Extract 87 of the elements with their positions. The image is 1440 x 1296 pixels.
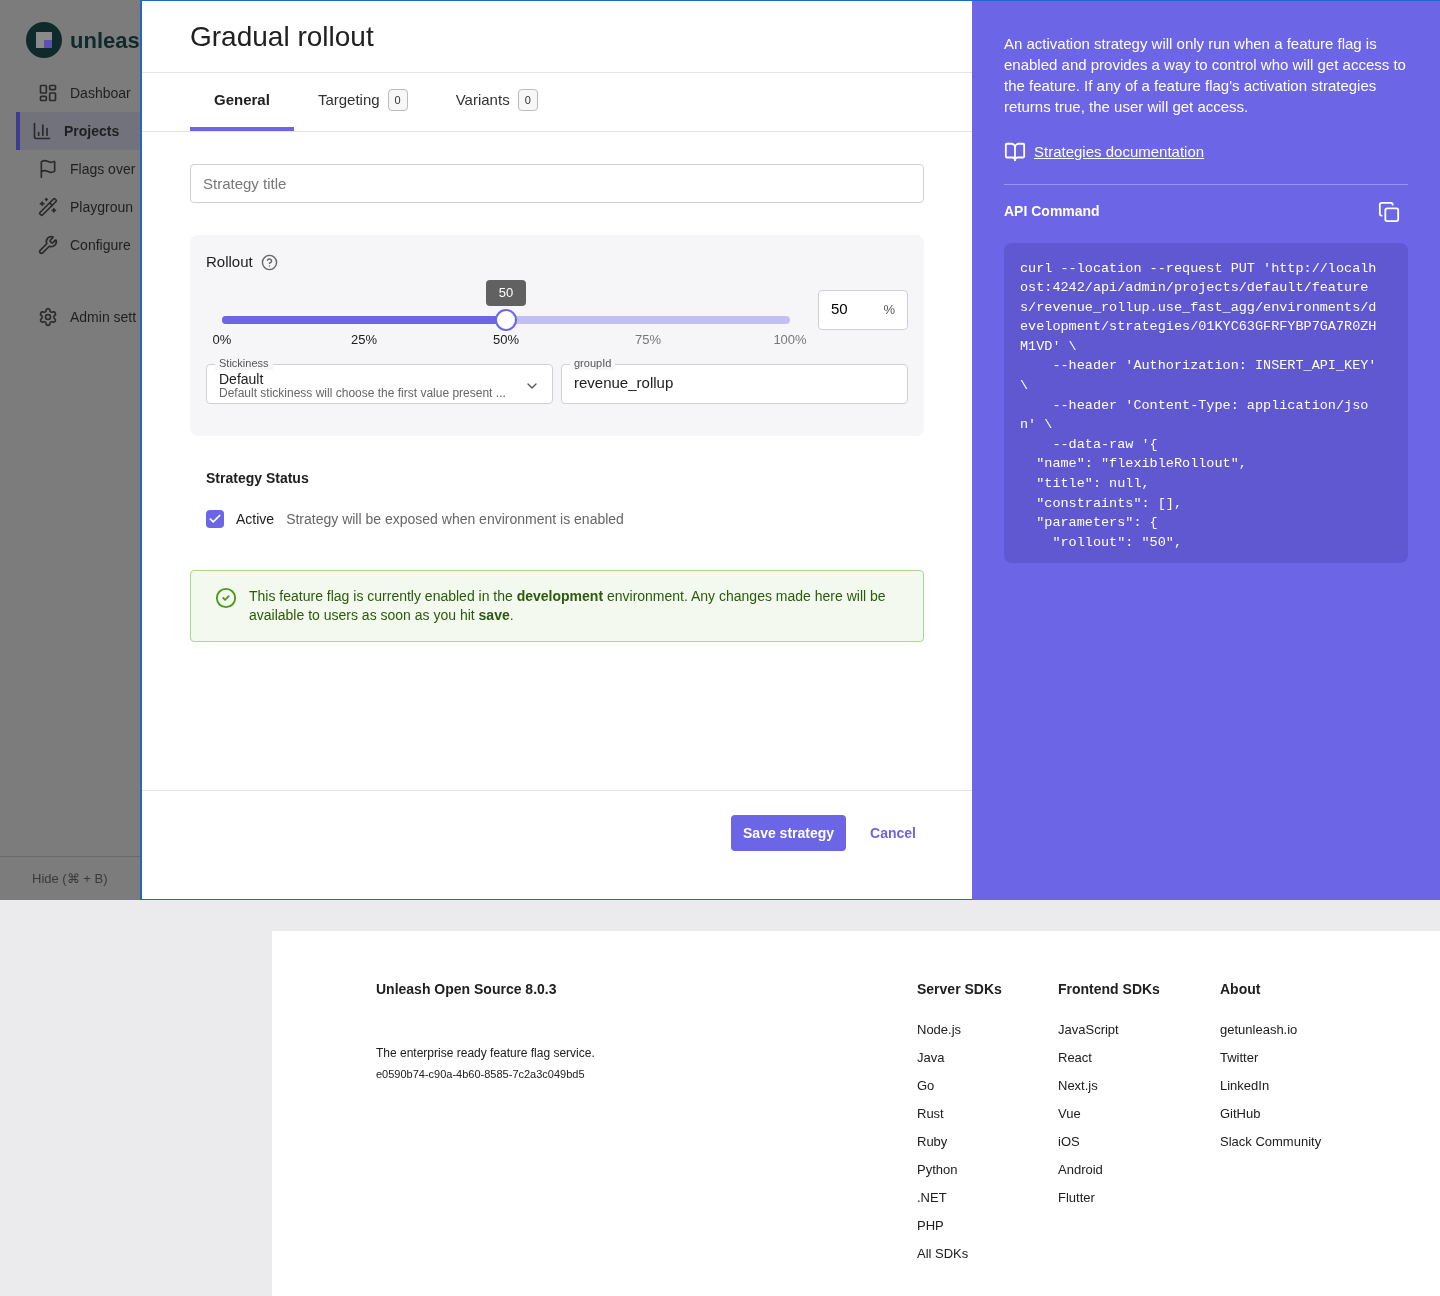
- build-hash: e0590b74-c90a-4b60-8585-7c2a3c049bd5: [376, 1067, 586, 1082]
- tab[interactable]: General: [190, 73, 294, 131]
- code-line: "parameters": {: [1035, 514, 1159, 533]
- cancel-button[interactable]: Cancel: [862, 815, 924, 851]
- bar-chart-icon: [32, 121, 52, 141]
- slider-tooltip: 50: [486, 279, 526, 306]
- code-line: "constraints": [],: [1035, 494, 1184, 513]
- count-badge: 0: [517, 88, 538, 112]
- tab[interactable]: Variants 0: [431, 73, 562, 131]
- code-line: ost:4242/api/admin/projects/default/feature: [1020, 279, 1370, 298]
- footer-link[interactable]: Android: [1058, 1160, 1220, 1179]
- slider-mark-label: 25%: [351, 330, 377, 349]
- slider-mark-label: 50%: [493, 330, 519, 349]
- code-line: "title": null,: [1035, 475, 1151, 494]
- nav-item[interactable]: Playgroun: [0, 188, 140, 226]
- rollout-label: Rollout: [206, 252, 253, 272]
- footer-link[interactable]: getunleash.io: [1220, 1020, 1322, 1039]
- footer-link[interactable]: Ruby: [917, 1132, 1058, 1151]
- active-checkbox[interactable]: [206, 510, 224, 528]
- code-line: --header 'Authorization: INSERT_API_KEY': [1051, 357, 1378, 376]
- nav-item[interactable]: Configure: [0, 226, 140, 264]
- footer-column-heading: Frontend SDKs: [1058, 980, 1161, 999]
- alert-text: This feature flag is currently enabled in the development environment. Any changes made here will be available to users as soon as you hit save.: [249, 586, 887, 625]
- footer-link[interactable]: Rust: [917, 1104, 1058, 1123]
- footer-link[interactable]: Vue: [1058, 1104, 1220, 1123]
- nav-item[interactable]: Flags over: [0, 150, 140, 188]
- footer-link[interactable]: Next.js: [1058, 1076, 1220, 1095]
- dialog-title: Gradual rollout: [190, 19, 374, 54]
- footer-link[interactable]: Java: [917, 1048, 1058, 1067]
- section-heading: Strategy Status: [206, 468, 310, 488]
- code-line: curl --location --request PUT 'http://localh: [1020, 259, 1378, 278]
- book-icon: [1004, 141, 1026, 164]
- code-line: --data-raw '{: [1051, 435, 1159, 454]
- footer-link[interactable]: GitHub: [1220, 1104, 1322, 1123]
- settings-icon: [38, 307, 58, 327]
- footer-link[interactable]: React: [1058, 1048, 1220, 1067]
- code-line: evelopment/strategies/01KYC63GFRFYBP7GA7R0ZH: [1020, 318, 1378, 337]
- footer-link[interactable]: All SDKs: [917, 1244, 1058, 1263]
- slider-mark-label: 0%: [212, 330, 232, 349]
- wand-icon: [38, 197, 58, 217]
- flag-icon: [38, 159, 58, 179]
- footer-link[interactable]: iOS: [1058, 1132, 1220, 1151]
- slider-track[interactable]: [222, 315, 790, 324]
- footer-link[interactable]: Slack Community: [1220, 1132, 1322, 1151]
- checkbox-label: Active: [236, 509, 275, 529]
- code-line: n' \: [1020, 416, 1054, 435]
- rollout-input[interactable]: 50 %: [818, 289, 908, 330]
- check-circle-icon: [215, 586, 237, 609]
- footer-link[interactable]: Go: [917, 1076, 1058, 1095]
- code-line: \: [1020, 377, 1030, 396]
- logo-text: unleas: [70, 26, 140, 55]
- save-button[interactable]: Save strategy: [731, 815, 847, 851]
- checkbox-description: Strategy will be exposed when environment is enabled: [286, 509, 624, 529]
- check-icon: [208, 512, 222, 526]
- footer-link[interactable]: LinkedIn: [1220, 1076, 1322, 1095]
- footer-column-heading: About: [1220, 980, 1262, 999]
- footer-link[interactable]: Flutter: [1058, 1188, 1220, 1207]
- code-line: s/revenue_rollup.use_fast_agg/environments/d: [1020, 298, 1378, 317]
- footer-tagline: The enterprise ready feature flag service.: [376, 1045, 596, 1062]
- logo-icon: [26, 22, 62, 58]
- strategy-title-field[interactable]: Strategy title: [190, 164, 924, 203]
- footer-link[interactable]: Twitter: [1220, 1048, 1322, 1067]
- tab[interactable]: Targeting 0: [293, 73, 432, 131]
- copy-icon[interactable]: [1378, 200, 1400, 223]
- api-command-heading: API Command: [1004, 202, 1100, 221]
- footer-link[interactable]: .NET: [917, 1188, 1058, 1207]
- nav-item[interactable]: Dashboar: [0, 74, 140, 112]
- code-line: "name": "flexibleRollout",: [1035, 455, 1248, 474]
- footer-link[interactable]: Python: [917, 1160, 1058, 1179]
- code-line: M1VD' \: [1020, 337, 1078, 356]
- footer-column-heading: Server SDKs: [917, 980, 1003, 999]
- slider-thumb[interactable]: [495, 308, 517, 331]
- count-badge: 0: [387, 88, 408, 112]
- grid-icon: [38, 83, 58, 103]
- help-icon[interactable]: [260, 253, 278, 271]
- slider-mark-label: 75%: [635, 330, 661, 349]
- footer-title: Unleash Open Source 8.0.3: [376, 980, 558, 999]
- documentation-link[interactable]: Strategies documentation: [1034, 141, 1205, 164]
- code-line: "rollout": "50",: [1051, 533, 1184, 552]
- wrench-icon: [38, 235, 58, 255]
- footer-link[interactable]: JavaScript: [1058, 1020, 1220, 1039]
- slider-mark-label: 100%: [773, 330, 807, 349]
- code-line: --header 'Content-Type: application/jso: [1051, 396, 1370, 415]
- footer-link[interactable]: PHP: [917, 1216, 1058, 1235]
- nav-item[interactable]: Admin sett: [0, 298, 140, 336]
- footer-link[interactable]: Node.js: [917, 1020, 1058, 1039]
- help-text: An activation strategy will only run when a feature flag is enabled and provides a way to control who will get access to the feature. If any of a feature flag's activation strategies returns true, the user will get access.: [1004, 34, 1407, 117]
